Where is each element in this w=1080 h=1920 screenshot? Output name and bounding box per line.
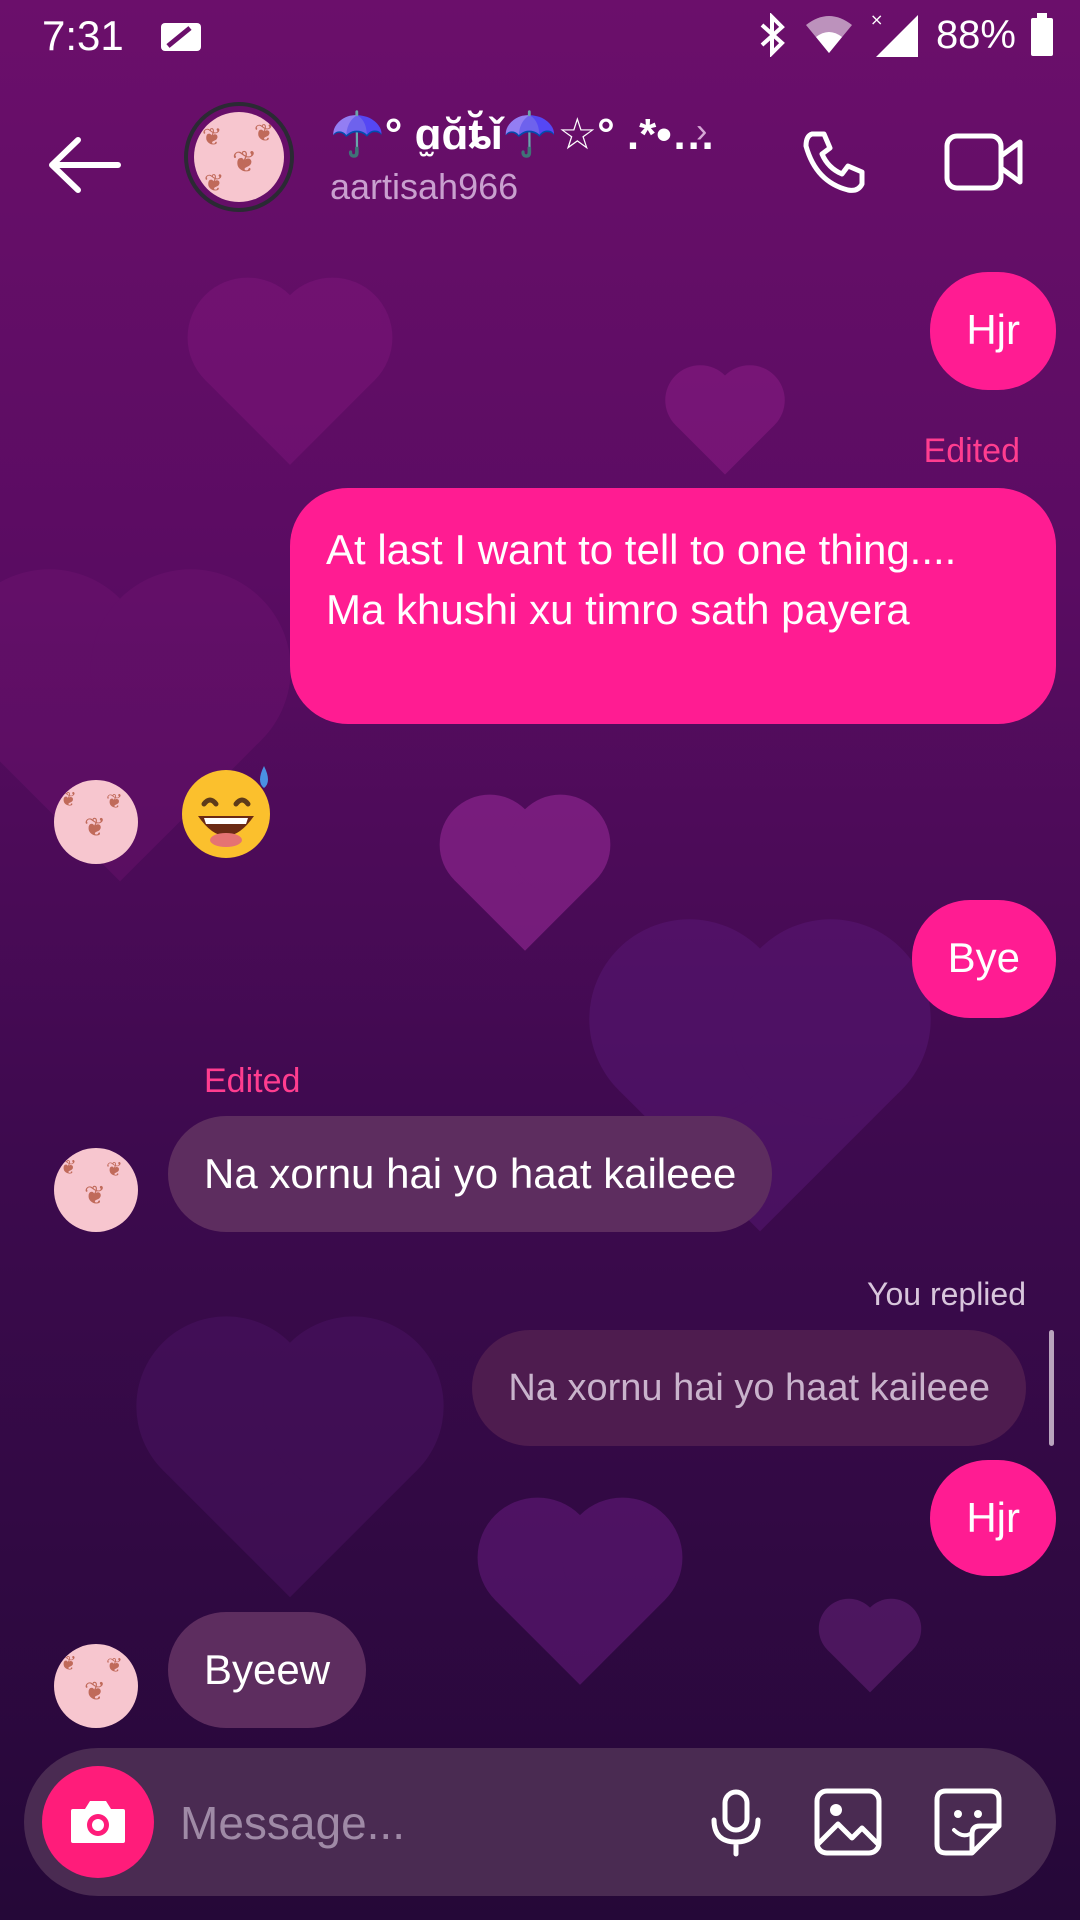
- signal-icon: ×: [870, 11, 918, 57]
- chat-header: ❦ ❦ ❦ ❦ ☂️° ɑ̫ɑ̆ȶ̆ǐ☂️☆° .*•… › aartisah9…: [0, 90, 1080, 230]
- contact-username[interactable]: aartisah966: [330, 166, 518, 208]
- butterfly-icon: ❦: [106, 791, 123, 813]
- contact-avatar-small[interactable]: ❦ ❦ ❦: [54, 780, 138, 864]
- camera-icon: [71, 1801, 125, 1843]
- message-composer: [24, 1748, 1056, 1896]
- outgoing-message[interactable]: Hjr: [930, 1460, 1056, 1576]
- video-camera-icon[interactable]: [944, 130, 1024, 194]
- heart-decoration-icon: [162, 1342, 418, 1598]
- phone-icon[interactable]: [798, 126, 870, 198]
- incoming-message[interactable]: Byeew: [168, 1612, 367, 1728]
- butterfly-icon: ❦: [202, 124, 223, 151]
- sticker-icon[interactable]: [932, 1786, 1004, 1858]
- you-replied-label: You replied: [867, 1276, 1026, 1312]
- butterfly-icon: ❦: [106, 1159, 123, 1181]
- heart-decoration-icon: [495, 1515, 665, 1685]
- avatar-image: ❦ ❦ ❦ ❦: [194, 112, 284, 202]
- reply-quote-bubble[interactable]: Na xornu hai yo haat kaileee: [472, 1330, 1026, 1446]
- butterfly-icon: ❦: [84, 812, 106, 842]
- back-arrow-icon[interactable]: [40, 130, 130, 200]
- butterfly-icon: ❦: [60, 789, 77, 811]
- butterfly-icon: ❦: [232, 146, 258, 179]
- microphone-icon[interactable]: [700, 1786, 772, 1858]
- camera-button[interactable]: [42, 1766, 154, 1878]
- outgoing-message[interactable]: Bye: [911, 900, 1056, 1018]
- battery-percent: 88%: [935, 12, 1016, 57]
- grinning-sweat-emoji-icon[interactable]: [178, 760, 278, 860]
- butterfly-icon: ❦: [106, 1655, 123, 1677]
- heart-decoration-icon: [205, 295, 375, 465]
- outgoing-message[interactable]: Hjr: [930, 272, 1056, 390]
- butterfly-icon: ❦: [84, 1676, 106, 1706]
- sim-icon: [161, 23, 201, 51]
- contact-avatar-small[interactable]: ❦ ❦ ❦: [54, 1644, 138, 1728]
- butterfly-icon: ❦: [84, 1180, 106, 1210]
- gallery-icon[interactable]: [812, 1786, 884, 1858]
- outgoing-message[interactable]: At last I want to tell to one thing.... …: [290, 488, 1056, 724]
- edited-label: Edited: [204, 1062, 301, 1100]
- status-time: 7:31: [42, 12, 124, 59]
- contact-avatar[interactable]: ❦ ❦ ❦ ❦: [184, 102, 294, 212]
- chevron-right-icon[interactable]: ›: [696, 112, 707, 151]
- edited-label: Edited: [923, 432, 1020, 470]
- heart-decoration-icon: [454, 809, 596, 951]
- wifi-icon: [805, 16, 852, 53]
- svg-text:×: ×: [870, 11, 883, 29]
- message-input[interactable]: [180, 1788, 680, 1858]
- butterfly-icon: ❦: [254, 120, 275, 147]
- reply-indicator-bar: [1049, 1330, 1054, 1446]
- bluetooth-icon: [760, 13, 785, 57]
- heart-decoration-icon: [827, 1607, 913, 1693]
- status-bar: 7:31 × 88%: [0, 0, 1080, 74]
- incoming-message[interactable]: Na xornu hai yo haat kaileee: [168, 1116, 773, 1232]
- heart-decoration-icon: [675, 375, 775, 475]
- contact-name[interactable]: ☂️° ɑ̫ɑ̆ȶ̆ǐ☂️☆° .*•…: [330, 108, 716, 160]
- butterfly-icon: ❦: [204, 170, 225, 197]
- butterfly-icon: ❦: [60, 1653, 77, 1675]
- butterfly-icon: ❦: [60, 1157, 77, 1179]
- status-right-group: × 88%: [756, 10, 1054, 60]
- battery-icon: [1031, 13, 1053, 56]
- contact-avatar-small[interactable]: ❦ ❦ ❦: [54, 1148, 138, 1232]
